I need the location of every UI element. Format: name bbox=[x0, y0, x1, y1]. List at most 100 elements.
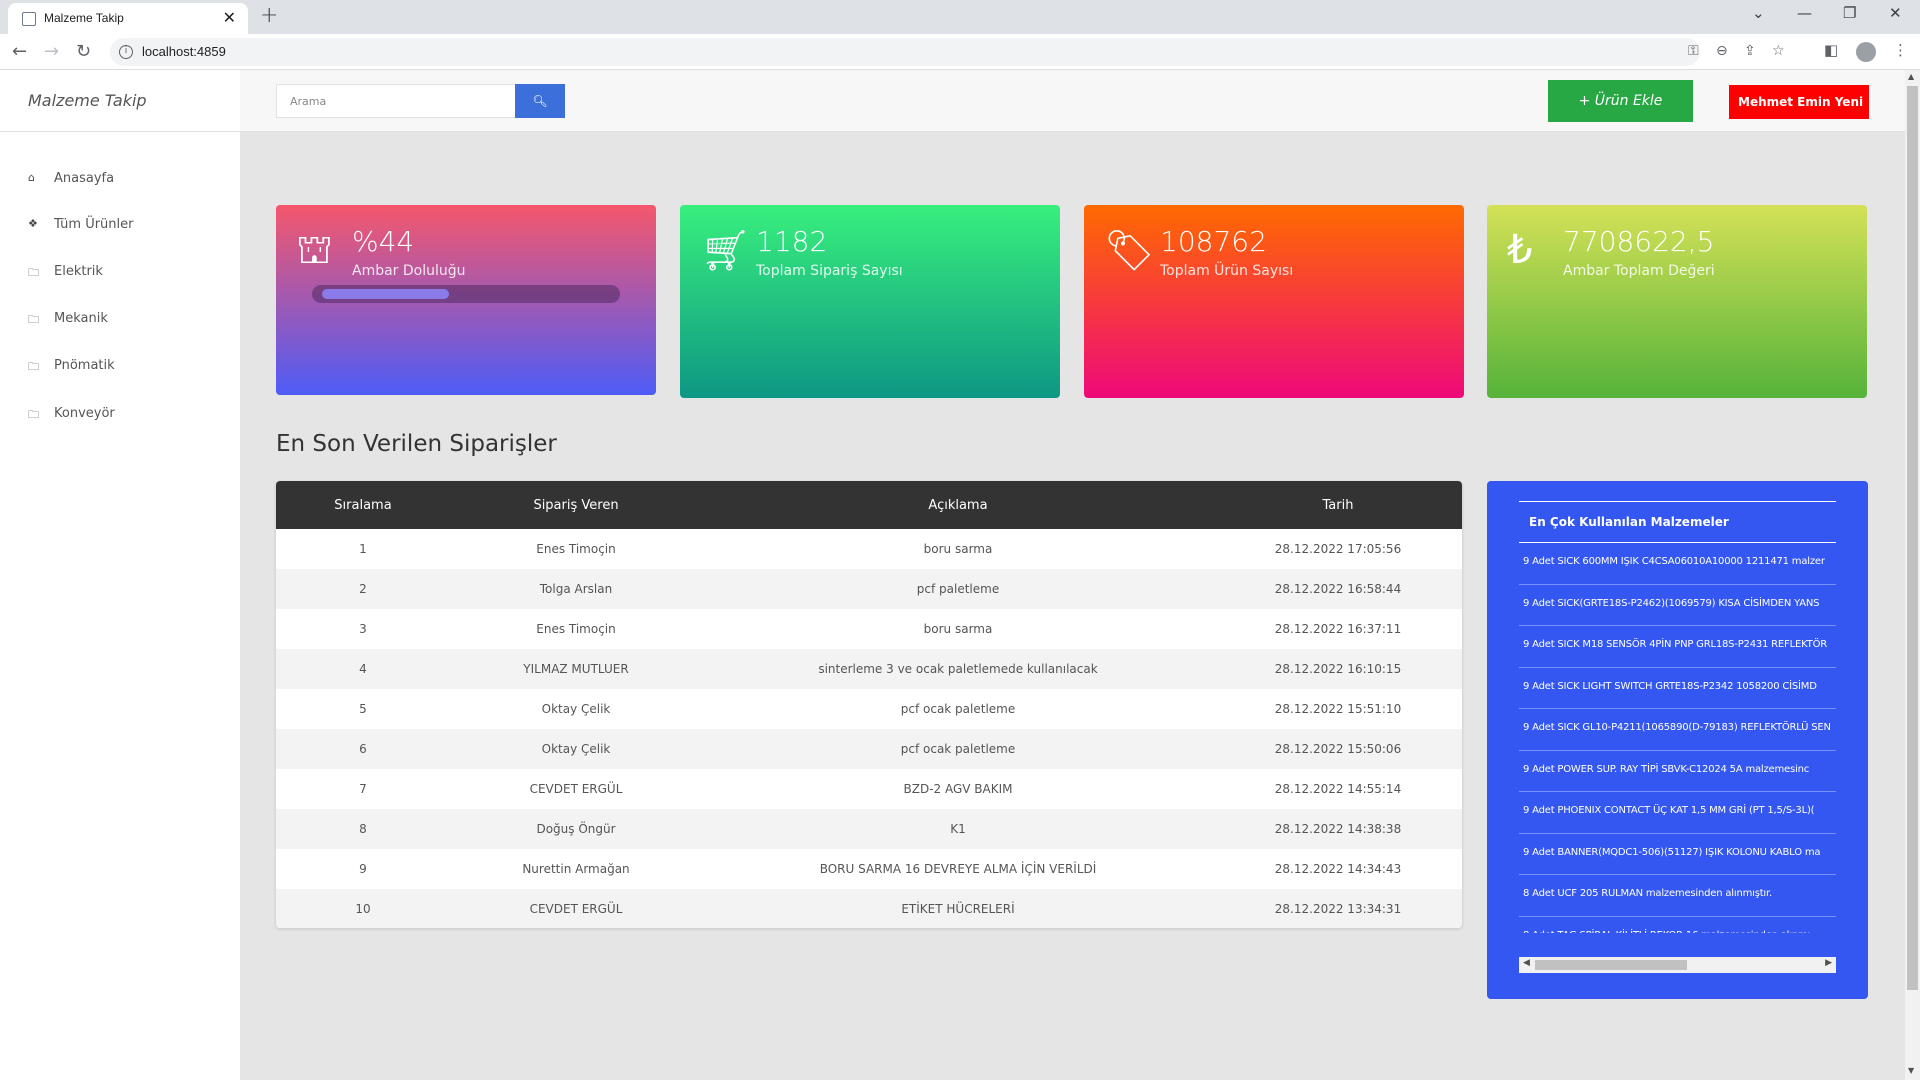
browser-tab-bar: Malzeme Takip ✕ + ⌄ — ❐ ✕ bbox=[0, 0, 1920, 34]
list-item: 8 Adet TAG SPİRAL KİLİTLİ REKOR 16 malze… bbox=[1519, 917, 1836, 934]
list-item: 9 Adet SICK M18 SENSÖR 4PİN PNP GRL18S-P… bbox=[1519, 626, 1836, 668]
lira-icon: ₺ bbox=[1507, 227, 1533, 273]
table-cell: 28.12.2022 16:37:11 bbox=[1274, 622, 1402, 636]
add-product-button[interactable]: + Ürün Ekle bbox=[1548, 80, 1693, 122]
table-cell: 28.12.2022 17:05:56 bbox=[1274, 542, 1402, 556]
card-label: Toplam Sipariş Sayısı bbox=[756, 263, 903, 279]
sidebar-item-anasayfa[interactable]: ⌂ Anasayfa bbox=[0, 162, 240, 196]
top-bar: 🔍︎ + Ürün Ekle Mehmet Emin Yeni ⌄ bbox=[240, 70, 1905, 132]
list-item-text: 8 Adet UCF 205 RULMAN malzemesinden alın… bbox=[1523, 888, 1772, 899]
search-input[interactable] bbox=[276, 84, 516, 118]
table-cell: sinterleme 3 ve ocak paletlemede kullanı… bbox=[702, 649, 1214, 689]
table-cell: 28.12.2022 14:55:14 bbox=[1274, 782, 1402, 796]
card-label: Toplam Ürün Sayısı bbox=[1160, 263, 1294, 279]
tab-close-icon[interactable]: ✕ bbox=[223, 8, 236, 27]
sidebar-item-label: Elektrik bbox=[54, 264, 103, 279]
app-viewport: Malzeme Takip ⌂ Anasayfa ❖ Tüm Ürünler 🗀… bbox=[0, 70, 1920, 1080]
browser-tab[interactable]: Malzeme Takip ✕ bbox=[8, 3, 248, 34]
table-row: 4 YILMAZ MUTLUER sinterleme 3 ve ocak pale… bbox=[276, 649, 1462, 689]
zoom-icon[interactable]: ⊖ bbox=[1716, 43, 1728, 59]
table-cell: 28.12.2022 13:34:31 bbox=[1214, 889, 1462, 928]
scroll-down-icon[interactable]: ▼ bbox=[1908, 1066, 1914, 1075]
table-cell: CEVDET ERGÜL bbox=[529, 782, 623, 796]
card-toplam-siparis: 🛒︎ 1182 Toplam Sipariş Sayısı bbox=[680, 205, 1060, 398]
sidebar-item-pnomatik[interactable]: 🗀 Pnömatik bbox=[0, 349, 240, 383]
table-row: 2 Tolga Arslan pcf paletleme 28.12.2022 16:… bbox=[276, 569, 1462, 609]
user-menu-button[interactable]: Mehmet Emin Yeni ⌄ bbox=[1729, 85, 1869, 119]
table-cell: Oktay Çelik bbox=[450, 729, 702, 769]
table-cell: K1 bbox=[702, 809, 1214, 849]
scroll-thumb[interactable] bbox=[1535, 960, 1687, 970]
table-cell: CEVDET ERGÜL bbox=[450, 889, 702, 928]
table-row: 5 Oktay Çelik pcf ocak paletleme 28.12.2022… bbox=[276, 689, 1462, 729]
profile-avatar-icon[interactable] bbox=[1856, 42, 1876, 62]
brand-title[interactable]: Malzeme Takip bbox=[28, 91, 147, 110]
table-cell: Enes Timoçin bbox=[536, 542, 616, 556]
browser-menu-icon[interactable]: ⋮ bbox=[1893, 41, 1908, 59]
search-button[interactable]: 🔍︎ bbox=[515, 84, 565, 118]
scroll-right-icon[interactable]: ▶ bbox=[1825, 958, 1832, 968]
table-cell: 28.12.2022 16:58:44 bbox=[1214, 569, 1462, 609]
site-info-icon[interactable]: i bbox=[119, 45, 133, 59]
orders-table: Sıralama Sipariş Veren Açıklama Tarih 1 E… bbox=[276, 481, 1462, 928]
horizontal-scrollbar[interactable]: ◀ ▶ bbox=[1519, 957, 1836, 973]
card-value: %44 bbox=[352, 225, 415, 258]
card-label: Ambar Toplam Değeri bbox=[1563, 263, 1715, 279]
table-cell: Nurettin Armağan bbox=[522, 862, 630, 876]
tab-search-icon[interactable]: ⌄ bbox=[1752, 4, 1765, 22]
table-cell: 3 bbox=[359, 622, 367, 636]
list-item: 9 Adet SICK(GRTE18S-P2462)(1069579) KISA… bbox=[1519, 585, 1836, 626]
search-icon: 🔍︎ bbox=[532, 94, 548, 108]
reload-icon[interactable]: ↻ bbox=[76, 41, 91, 62]
column-header: Tarih bbox=[1214, 481, 1462, 529]
password-key-icon[interactable]: ⚿ bbox=[1688, 43, 1699, 59]
panel-header: En Çok Kullanılan Malzemeler bbox=[1519, 501, 1836, 543]
folder-icon: 🗀 bbox=[28, 360, 39, 373]
sidebar-item-mekanik[interactable]: 🗀 Mekanik bbox=[0, 302, 240, 336]
column-header: Açıklama bbox=[702, 481, 1214, 529]
forward-icon[interactable]: → bbox=[44, 41, 59, 62]
sidebar-item-tum-urunler[interactable]: ❖ Tüm Ürünler bbox=[0, 208, 240, 242]
page-scrollbar[interactable]: ▲ ▼ bbox=[1905, 70, 1920, 1080]
share-icon[interactable]: ⇪ bbox=[1744, 43, 1756, 59]
back-icon[interactable]: ← bbox=[12, 41, 27, 62]
brand[interactable]: Malzeme Takip bbox=[0, 70, 240, 132]
list-item: 9 Adet SICK 600MM IŞIK C4CSA06010A10000 … bbox=[1519, 543, 1836, 585]
new-tab-button[interactable]: + bbox=[260, 3, 278, 28]
card-value: 1182 bbox=[756, 225, 828, 258]
sidebar: Malzeme Takip ⌂ Anasayfa ❖ Tüm Ürünler 🗀… bbox=[0, 70, 240, 1080]
card-ambar-deger: ₺ 7708622,5 Ambar Toplam Değeri bbox=[1487, 205, 1867, 398]
dropbox-icon: ❖ bbox=[28, 217, 38, 230]
page-favicon-icon bbox=[22, 12, 36, 26]
table-cell: 10 bbox=[276, 889, 450, 928]
close-window-button[interactable]: ✕ bbox=[1889, 4, 1902, 22]
scroll-up-icon[interactable]: ▲ bbox=[1908, 72, 1914, 81]
sidebar-item-elektrik[interactable]: 🗀 Elektrik bbox=[0, 255, 240, 289]
scroll-left-icon[interactable]: ◀ bbox=[1523, 958, 1530, 968]
minimize-button[interactable]: — bbox=[1797, 4, 1812, 22]
table-cell: 28.12.2022 15:51:10 bbox=[1274, 702, 1402, 716]
scroll-thumb[interactable] bbox=[1907, 86, 1918, 990]
table-cell: Oktay Çelik bbox=[541, 702, 611, 716]
table-cell: pcf paletleme bbox=[702, 569, 1214, 609]
sidebar-item-label: Pnömatik bbox=[54, 358, 115, 373]
sidebar-item-label: Tüm Ürünler bbox=[54, 217, 134, 232]
list-item-text: 9 Adet SICK LIGHT SWITCH GRTE18S-P2342 1… bbox=[1523, 680, 1817, 692]
table-cell: 6 bbox=[276, 729, 450, 769]
progress-bar bbox=[312, 285, 620, 303]
maximize-button[interactable]: ❐ bbox=[1843, 4, 1856, 22]
materials-list[interactable]: 9 Adet SICK 600MM IŞIK C4CSA06010A10000 … bbox=[1519, 543, 1836, 933]
list-item-text: 8 Adet TAG SPİRAL KİLİTLİ REKOR 16 malze… bbox=[1523, 930, 1810, 934]
sidebar-item-konveyor[interactable]: 🗀 Konveyör bbox=[0, 397, 240, 431]
card-value: 108762 bbox=[1160, 225, 1267, 258]
table-cell: 7 bbox=[359, 782, 367, 796]
panel-title: En Çok Kullanılan Malzemeler bbox=[1529, 515, 1729, 529]
folder-icon: 🗀 bbox=[28, 408, 39, 421]
address-bar[interactable]: i localhost:4859 ⚿ ⊖ ⇪ ☆ bbox=[110, 38, 1785, 66]
table-row: 9 Nurettin Armağan BORU SARMA 16 DEVREYE A… bbox=[276, 849, 1462, 889]
table-cell: ETİKET HÜCRELERİ bbox=[702, 889, 1214, 928]
bookmark-star-icon[interactable]: ☆ bbox=[1772, 43, 1785, 59]
side-panel-icon[interactable]: ◧ bbox=[1824, 41, 1838, 59]
list-item: 9 Adet SICK GL10-P4211(1065890(D-79183) … bbox=[1519, 709, 1836, 751]
folder-icon: 🗀 bbox=[28, 313, 39, 326]
